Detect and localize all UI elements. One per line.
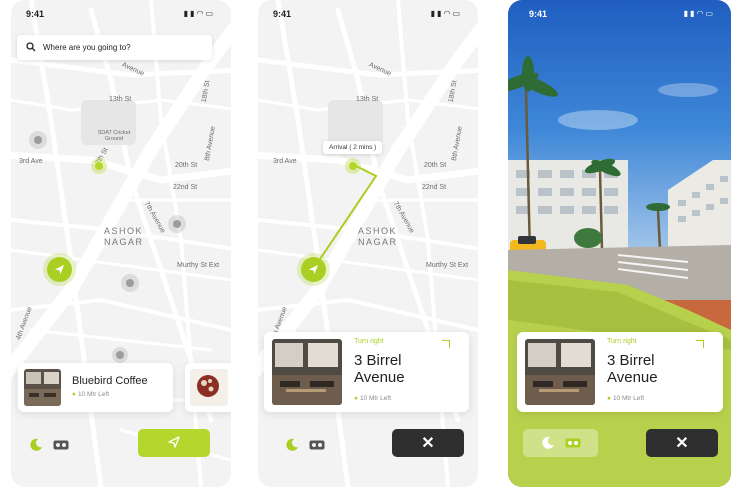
search-bar[interactable] [17,35,212,60]
map-mode-icon[interactable] [29,438,43,452]
mode-toggle [29,432,69,458]
status-icons: ▮▮◠▭ [431,9,462,18]
street-name: 3 Birrel Avenue [607,352,658,386]
phone-screen-explore: Avenue 13th St 18th St SDAT Cricket Grou… [11,0,231,487]
street-name: 3 Birrel Avenue [354,352,405,386]
status-time: 9:41 [273,9,292,19]
phone-screen-street-view: 9:41 ▮▮◠▭ Turn right 3 Birrel Avenue ● 10… [508,0,731,487]
poi-marker[interactable] [29,131,47,149]
status-bar: 9:41 ▮▮◠▭ [11,7,231,21]
status-time: 9:41 [529,9,548,19]
destination-marker[interactable] [345,158,361,174]
status-bar: 9:41 ▮▮◠▭ [258,7,478,21]
poi-marker[interactable] [121,274,139,292]
map-area-label: ASHOK NAGAR [104,226,144,247]
place-name: Bluebird Coffee [72,375,148,387]
map-label-murthy-st: Murthy St Ext [426,262,469,269]
status-bar: 9:41 ▮▮◠▭ [508,7,731,21]
direction-distance: ● 10 Mtr Left [607,395,645,402]
battery-icon: ▭ [452,9,462,18]
destination-marker[interactable] [91,158,107,174]
direction-card[interactable]: Turn right 3 Birrel Avenue ● 10 Mtr Left [264,332,469,412]
status-icons: ▮▮◠▭ [184,9,215,18]
map-label-22nd-st: 22nd St [173,184,198,191]
map-label-20th-st: 20th St [175,162,198,169]
map-label-20th-st: 20th St [424,162,447,169]
map-label-3rd-ave: 3rd Ave [273,158,297,165]
expand-corner-icon[interactable] [442,340,450,348]
map-mode-icon[interactable] [541,436,555,450]
signal-icon: ▮▮ [183,9,197,18]
start-navigation-button[interactable] [138,429,210,457]
current-location-marker [301,257,326,282]
search-icon [26,42,36,52]
turn-instruction: Turn right [607,338,637,345]
send-icon [168,435,180,448]
map-label-murthy-st: Murthy St Ext [177,262,220,269]
end-navigation-button[interactable]: ✕ [646,429,718,457]
map-mode-icon[interactable] [285,438,299,452]
vr-view-icon[interactable] [53,440,69,450]
place-thumbnail [190,369,228,406]
place-card[interactable]: Bluebird Coffee ● 10 Mtr Left [18,363,173,412]
direction-card[interactable]: Turn right 3 Birrel Avenue ● 10 Mtr Left [517,332,723,412]
map-label-22nd-st: 22nd St [422,184,447,191]
map-label-13th-st: 13th St [356,96,379,103]
phone-screen-route: Avenue 13th St 18th St 3rd Ave 20th St 2… [258,0,478,487]
place-distance: ● 10 Mtr Left [72,391,110,398]
vr-view-icon[interactable] [309,440,325,450]
arrival-tooltip: Arrival ( 2 mins ) [323,141,383,154]
place-thumbnail [272,339,342,405]
place-thumbnail [24,369,61,406]
mode-toggle [285,432,325,458]
battery-icon: ▭ [205,9,215,18]
close-icon: ✕ [421,435,435,452]
place-card-next[interactable] [185,363,231,412]
street-view-image[interactable] [508,0,731,487]
signal-icon: ▮▮ [430,9,444,18]
expand-corner-icon[interactable] [696,340,704,348]
current-location-marker [47,257,72,282]
poi-marker[interactable] [168,215,186,233]
place-thumbnail [525,339,595,405]
navigation-arrow-icon [308,264,319,275]
pin-icon: ● [72,391,76,398]
pin-icon: ● [607,395,611,402]
map-label-13th-st: 13th St [109,96,132,103]
poi-marker[interactable] [112,347,128,363]
pin-icon: ● [354,395,358,402]
mode-toggle [523,429,598,457]
vr-view-icon[interactable] [565,438,581,448]
status-time: 9:41 [26,9,45,19]
search-input[interactable] [43,35,203,60]
end-navigation-button[interactable]: ✕ [392,429,464,457]
close-icon: ✕ [675,435,689,452]
direction-distance: ● 10 Mtr Left [354,395,392,402]
status-icons: ▮▮◠▭ [684,9,715,18]
signal-icon: ▮▮ [683,9,697,18]
battery-icon: ▭ [705,9,715,18]
map-label-3rd-ave: 3rd Ave [19,158,43,165]
map-label-sdat-ground: SDAT Cricket Ground [97,130,131,142]
map-area-label: ASHOK NAGAR [358,226,398,247]
navigation-arrow-icon [54,264,65,275]
turn-instruction: Turn right [354,338,384,345]
